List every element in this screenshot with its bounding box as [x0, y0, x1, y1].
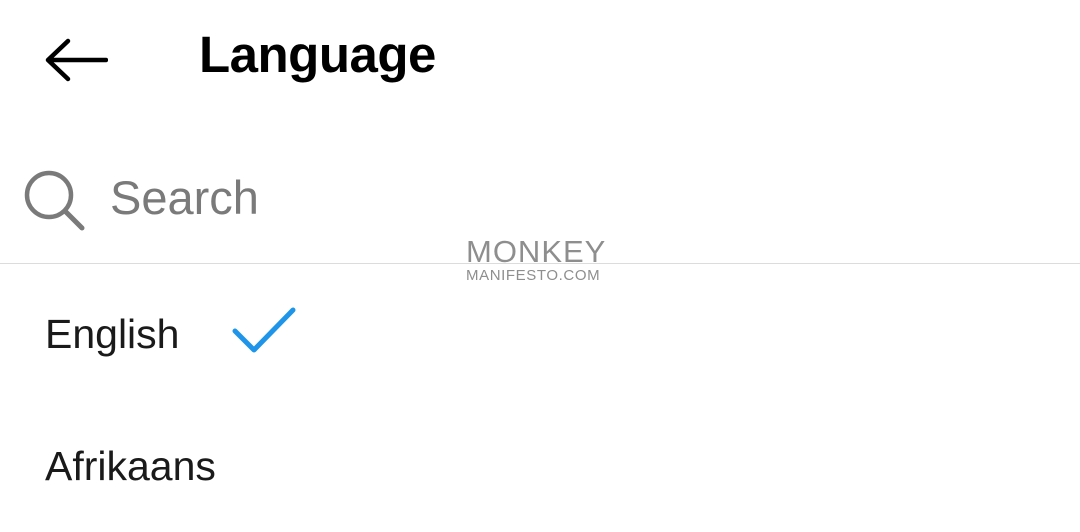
search-icon [24, 170, 85, 231]
search-input[interactable] [110, 164, 1010, 230]
search-bar[interactable] [0, 150, 1080, 246]
checkmark-icon [232, 307, 296, 353]
arrow-left-icon [45, 38, 108, 82]
language-list: English Afrikaans [0, 268, 1080, 532]
search-divider [0, 263, 1080, 264]
app-header: Language [0, 0, 1080, 112]
language-label: English [45, 311, 180, 357]
language-label: Afrikaans [45, 443, 216, 489]
page-title: Language [199, 26, 436, 83]
language-item-afrikaans[interactable]: Afrikaans [0, 400, 1080, 532]
back-button[interactable] [36, 24, 116, 96]
language-item-english[interactable]: English [0, 268, 1080, 400]
